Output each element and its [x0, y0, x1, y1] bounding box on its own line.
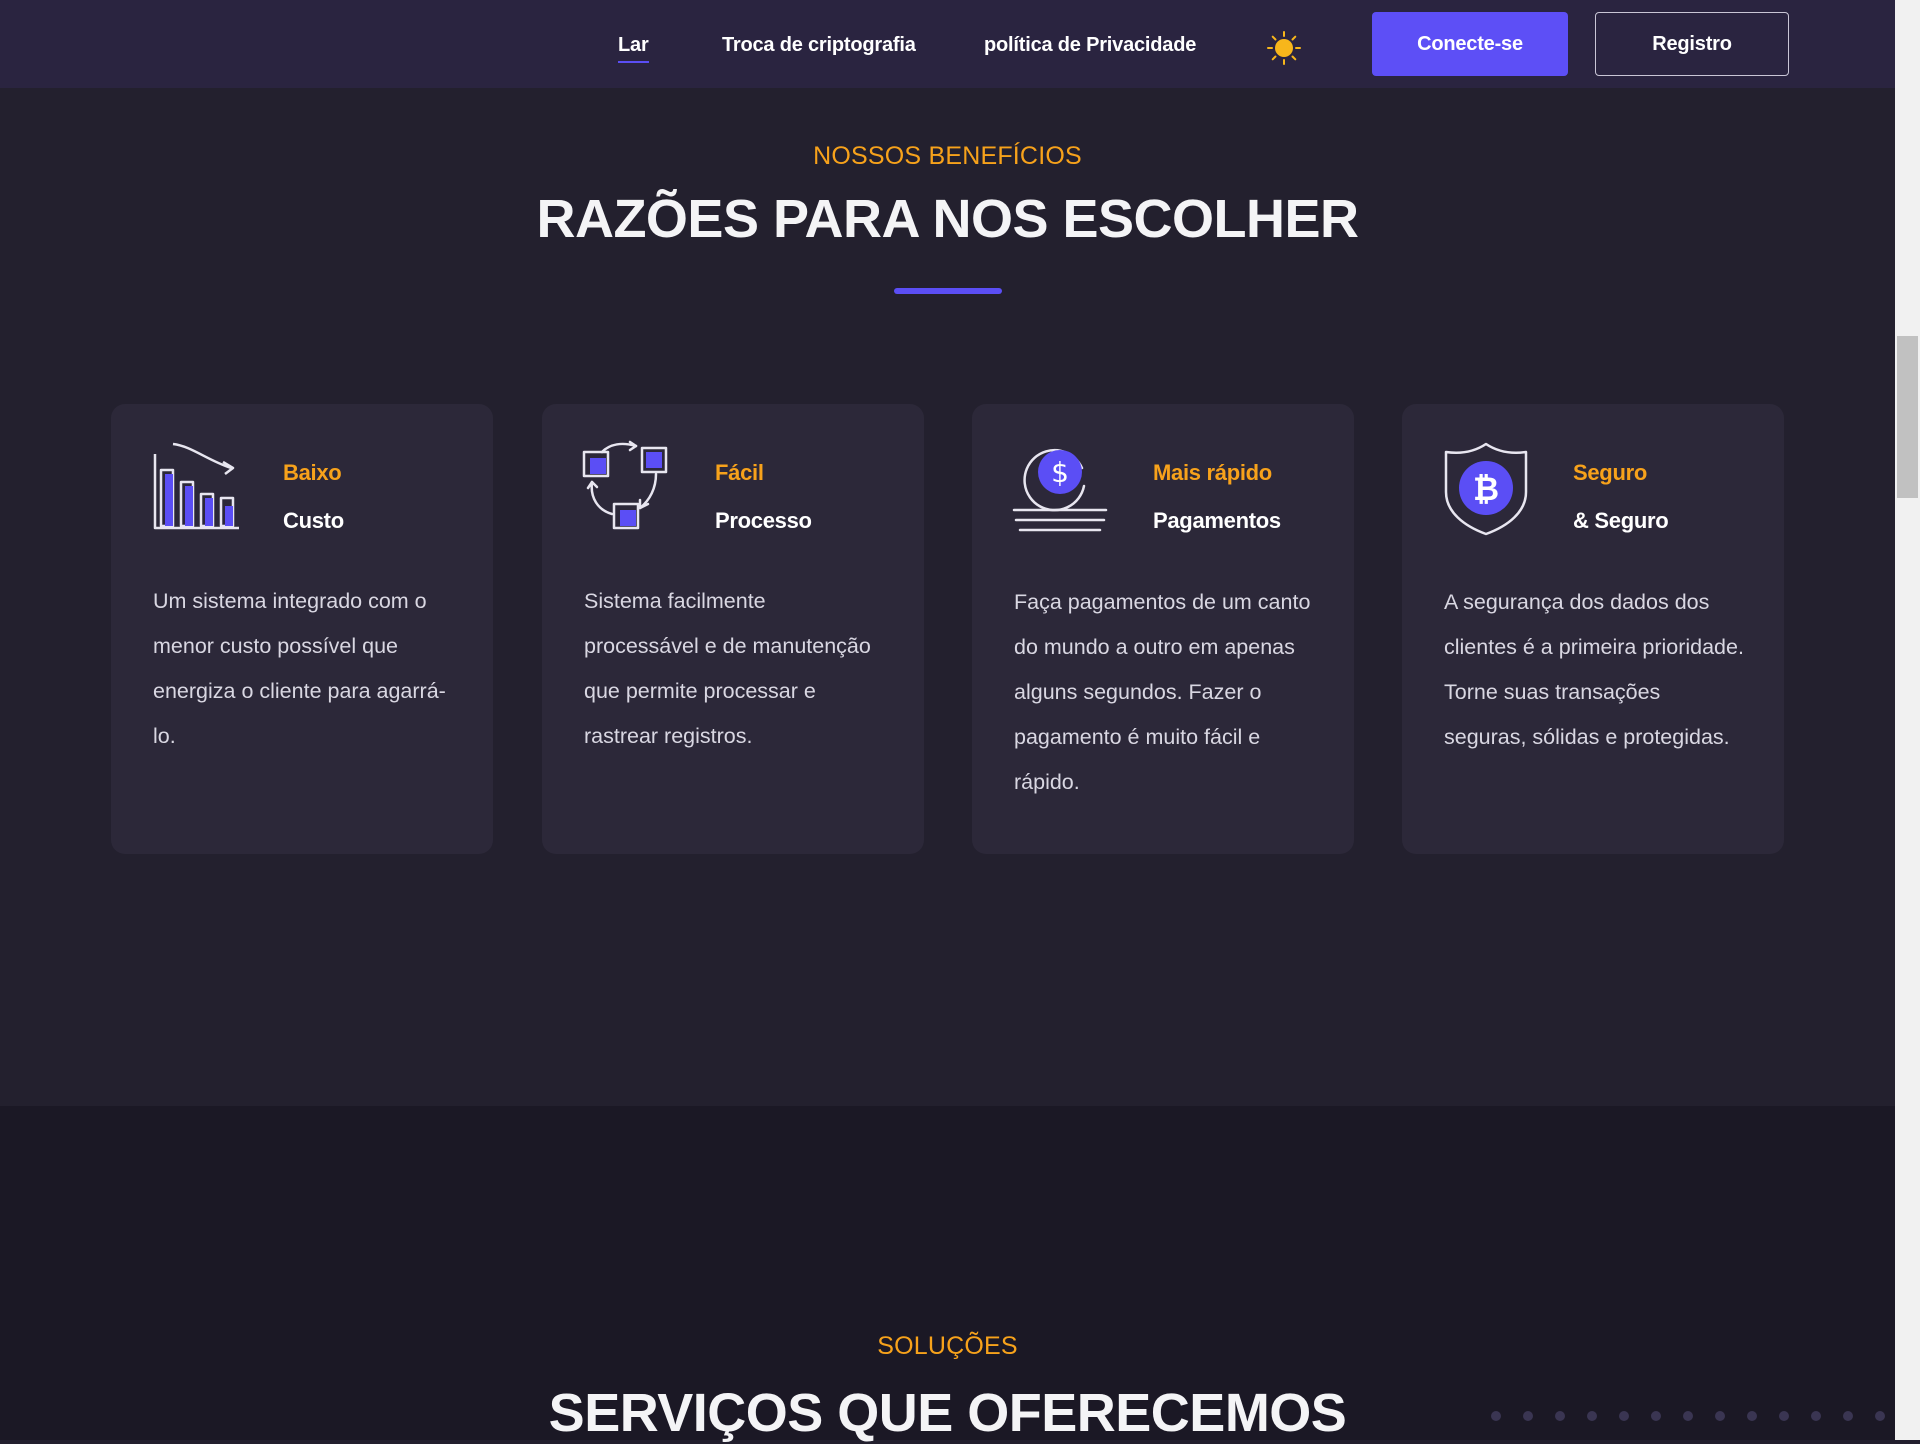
- card-description: Faça pagamentos de um canto do mundo a o…: [1014, 590, 1311, 794]
- title-underline: [894, 288, 1002, 294]
- login-button[interactable]: Conecte-se: [1372, 12, 1568, 76]
- solutions-eyebrow: SOLUÇÕES: [877, 1332, 1018, 1360]
- benefit-card-fast-payments: $ Mais rápido Pagamentos Faça pagamentos…: [972, 404, 1354, 854]
- bitcoin-shield-icon: ₿: [1444, 442, 1528, 536]
- benefit-card-low-cost: Baixo Custo Um sistema integrado com o m…: [111, 404, 493, 854]
- benefits-title: RAZÕES PARA NOS ESCOLHER: [536, 189, 1359, 249]
- benefits-eyebrow: NOSSOS BENEFÍCIOS: [813, 142, 1082, 170]
- chart-down-icon: [153, 442, 239, 530]
- card-accent-label: Fácil: [715, 460, 764, 485]
- card-accent-label: Mais rápido: [1153, 460, 1272, 485]
- card-accent-label: Seguro: [1573, 460, 1647, 485]
- card-description: Um sistema integrado com o menor custo p…: [153, 589, 446, 748]
- card-description: Sistema facilmente processável e de manu…: [584, 589, 871, 748]
- process-cycle-icon: [582, 440, 668, 530]
- benefit-card-easy-process: Fácil Processo Sistema facilmente proces…: [542, 404, 924, 854]
- dollar-coin-icon: $: [1012, 448, 1108, 532]
- scrollbar-track[interactable]: [1895, 0, 1920, 1440]
- svg-text:$: $: [1051, 456, 1069, 489]
- card-title: & Seguro: [1573, 508, 1669, 533]
- sun-icon[interactable]: [1266, 30, 1302, 66]
- top-navbar: Lar Troca de criptografia política de Pr…: [0, 0, 1895, 88]
- benefit-card-secure: ₿ Seguro & Seguro A segurança dos dados …: [1402, 404, 1784, 854]
- nav-link-home[interactable]: Lar: [618, 34, 649, 63]
- nav-link-privacy-policy[interactable]: política de Privacidade: [984, 34, 1196, 57]
- solutions-section: SOLUÇÕES SERVIÇOS QUE OFERECEMOS: [0, 1106, 1895, 1443]
- svg-text:₿: ₿: [1473, 470, 1499, 508]
- card-accent-label: Baixo: [283, 460, 342, 485]
- card-title: Pagamentos: [1153, 508, 1281, 533]
- benefits-section: NOSSOS BENEFÍCIOS RAZÕES PARA NOS ESCOLH…: [0, 88, 1895, 1106]
- decorative-dots: [1491, 1411, 1885, 1421]
- card-description: A segurança dos dados dos clientes é a p…: [1444, 590, 1744, 749]
- card-title: Custo: [283, 508, 344, 533]
- scrollbar-thumb[interactable]: [1897, 336, 1918, 498]
- register-button[interactable]: Registro: [1595, 12, 1789, 76]
- nav-link-crypto-exchange[interactable]: Troca de criptografia: [722, 34, 916, 57]
- card-title: Processo: [715, 508, 812, 533]
